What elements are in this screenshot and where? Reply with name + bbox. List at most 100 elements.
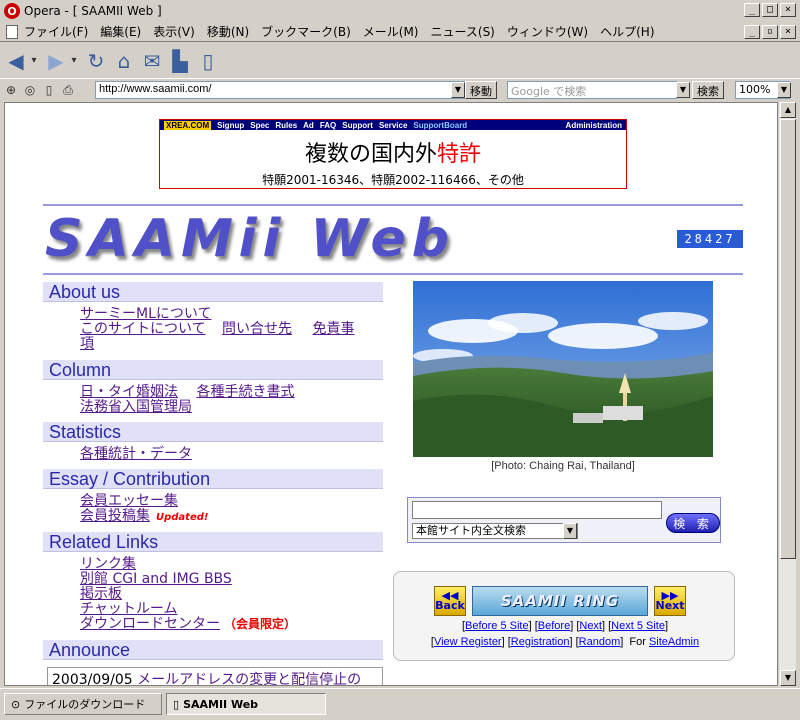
scroll-up-icon[interactable]: ▲ <box>780 102 796 118</box>
link-disclaimer-cont[interactable]: 項 <box>80 336 94 352</box>
forward-icon[interactable]: ▶ <box>44 49 68 73</box>
column-links: 日・タイ婚姻法 各種手続き書式 法務省入国管理局 <box>80 385 380 415</box>
banner-link-service[interactable]: Service <box>379 121 407 130</box>
site-search-box: 本館サイト内全文検索 ▼ 検 索 <box>407 497 721 543</box>
back-icon[interactable]: ◀ <box>4 49 28 73</box>
menu-edit[interactable]: 編集(E) <box>94 23 147 40</box>
ring-back-label: Back <box>435 599 465 612</box>
page-icon[interactable]: ▯ <box>41 82 57 98</box>
ring-view-register-link[interactable]: View Register <box>434 636 502 648</box>
link-mailing-list[interactable]: サーミーMLについて <box>80 306 211 322</box>
ring-nav-links: [Before 5 Site] [Before] [Next] [Next 5 … <box>461 620 669 632</box>
link-annex-bbs[interactable]: 別館 CGI and IMG BBS <box>80 571 232 587</box>
banner-link-supportboard[interactable]: SupportBoard <box>413 121 467 130</box>
link-about-site[interactable]: このサイトについて <box>80 321 206 337</box>
banner-subline: 特願2001-16346、特願2002-116466、その他 <box>262 173 524 187</box>
search-dropdown-icon[interactable]: ▼ <box>676 82 690 98</box>
link-disclaimer[interactable]: 免責事 <box>313 321 355 337</box>
address-toolbar: ⊕ ◎ ▯ ⎙ http://www.saamii.com/ ▼ 移動 Goog… <box>0 79 800 101</box>
maximize-button[interactable]: □ <box>762 3 778 17</box>
ring-next-button[interactable]: ▶▶ Next <box>654 586 686 616</box>
link-chat[interactable]: チャットルーム <box>80 601 177 617</box>
new-page-icon[interactable]: ▯ <box>196 49 220 73</box>
download-tab[interactable]: ⊙ ファイルのダウンロード <box>4 693 162 715</box>
page-tab[interactable]: ▯ SAAMII Web <box>166 693 326 715</box>
menu-mail[interactable]: メール(M) <box>357 23 425 40</box>
ring-admin-links: [View Register] [Registration] [Random] … <box>430 636 700 648</box>
menu-navigate[interactable]: 移動(N) <box>201 23 255 40</box>
scroll-down-icon[interactable]: ▼ <box>780 670 796 686</box>
back-dropdown-icon[interactable]: ▾ <box>28 49 40 73</box>
doc-close-button[interactable]: × <box>780 25 796 39</box>
go-button[interactable]: 移動 <box>465 81 497 99</box>
document-icon <box>6 24 18 39</box>
link-contributions[interactable]: 会員投稿集 <box>80 508 150 524</box>
link-forms[interactable]: 各種手続き書式 <box>196 384 294 400</box>
banner-link-xrea[interactable]: XREA.COM <box>164 120 212 130</box>
ring-siteadmin-link[interactable]: SiteAdmin <box>649 636 699 648</box>
menu-file[interactable]: ファイル(F) <box>18 23 94 40</box>
banner-link-ad[interactable]: Ad <box>303 121 314 130</box>
ring-random-link[interactable]: Random <box>579 636 621 648</box>
google-search-field[interactable]: Google で検索 <box>507 81 677 99</box>
link-statistics[interactable]: 各種統計・データ <box>80 446 192 462</box>
ring-next5-link[interactable]: Next 5 Site <box>611 620 665 632</box>
announce-link[interactable]: メールアドレスの変更と配信停止の <box>137 672 361 685</box>
link-contact[interactable]: 問い合せ先 <box>222 321 292 337</box>
address-dropdown-icon[interactable]: ▼ <box>451 82 465 98</box>
menu-window[interactable]: ウィンドウ(W) <box>501 23 594 40</box>
forward-dropdown-icon[interactable]: ▾ <box>68 49 80 73</box>
reload-icon[interactable]: ↻ <box>84 49 108 73</box>
camera-icon[interactable]: ◎ <box>22 82 38 98</box>
address-field[interactable]: http://www.saamii.com/ <box>95 81 465 99</box>
ring-back-button[interactable]: ◀◀ Back <box>434 586 466 616</box>
link-essays[interactable]: 会員エッセー集 <box>80 493 178 509</box>
banner-link-admin[interactable]: Administration <box>566 121 622 130</box>
home-icon[interactable]: ⌂ <box>112 49 136 73</box>
search-scope-select[interactable]: 本館サイト内全文検索 ▼ <box>412 523 578 539</box>
scroll-thumb[interactable] <box>780 119 796 559</box>
section-related-heading: Related Links <box>43 532 383 552</box>
minimize-button[interactable]: _ <box>744 3 760 17</box>
link-immigration[interactable]: 法務省入国管理局 <box>80 399 192 415</box>
search-button[interactable]: 検索 <box>692 81 724 99</box>
zoom-dropdown-icon[interactable]: ▼ <box>777 82 791 98</box>
announce-date: 2003/09/05 <box>52 672 133 686</box>
ring-before5-link[interactable]: Before 5 Site <box>465 620 529 632</box>
vertical-scrollbar[interactable]: ▲ ▼ <box>778 102 796 686</box>
banner-link-rules[interactable]: Rules <box>275 121 297 130</box>
site-search-button[interactable]: 検 索 <box>666 513 720 533</box>
print-preview-icon[interactable]: ⎙ <box>60 82 76 98</box>
ring-logo[interactable]: SAAMII RING <box>472 586 648 616</box>
banner-link-spec[interactable]: Spec <box>250 121 269 130</box>
page-tab-label: SAAMII Web <box>183 697 259 711</box>
xrea-ad-banner[interactable]: XREA.COM Signup Spec Rules Ad FAQ Suppor… <box>159 119 627 189</box>
link-marriage-law[interactable]: 日・タイ婚姻法 <box>80 384 178 400</box>
banner-link-support[interactable]: Support <box>342 121 373 130</box>
download-tab-label: ファイルのダウンロード <box>24 698 146 711</box>
link-link-collection[interactable]: リンク集 <box>80 556 136 572</box>
banner-link-faq[interactable]: FAQ <box>320 121 336 130</box>
menu-news[interactable]: ニュース(S) <box>424 23 500 40</box>
menu-view[interactable]: 表示(V) <box>147 23 201 40</box>
doc-restore-button[interactable]: ▫ <box>762 25 778 39</box>
link-download-center[interactable]: ダウンロードセンター <box>80 616 220 632</box>
ring-before-link[interactable]: Before <box>538 620 570 632</box>
doc-minimize-button[interactable]: _ <box>744 25 760 39</box>
ring-registration-link[interactable]: Registration <box>511 636 570 648</box>
ring-next-link[interactable]: Next <box>579 620 602 632</box>
link-bbs[interactable]: 掲示板 <box>80 586 122 602</box>
menu-bookmarks[interactable]: ブックマーク(B) <box>255 23 357 40</box>
site-search-input[interactable] <box>412 501 662 519</box>
about-links: サーミーMLについて このサイトについて 問い合せ先 免責事 項 <box>80 307 380 352</box>
close-button[interactable]: × <box>780 3 796 17</box>
menu-help[interactable]: ヘルプ(H) <box>594 23 660 40</box>
cookie-icon[interactable]: ⊕ <box>3 82 19 98</box>
hotlist-icon[interactable]: ✉ <box>140 49 164 73</box>
opera-icon: O <box>4 3 20 19</box>
updated-badge: Updated! <box>156 512 209 523</box>
scope-dropdown-icon[interactable]: ▼ <box>563 523 577 539</box>
banner-link-signup[interactable]: Signup <box>217 121 244 130</box>
print-icon[interactable]: ▙ <box>168 49 192 73</box>
ring-for-label: For <box>629 636 646 648</box>
